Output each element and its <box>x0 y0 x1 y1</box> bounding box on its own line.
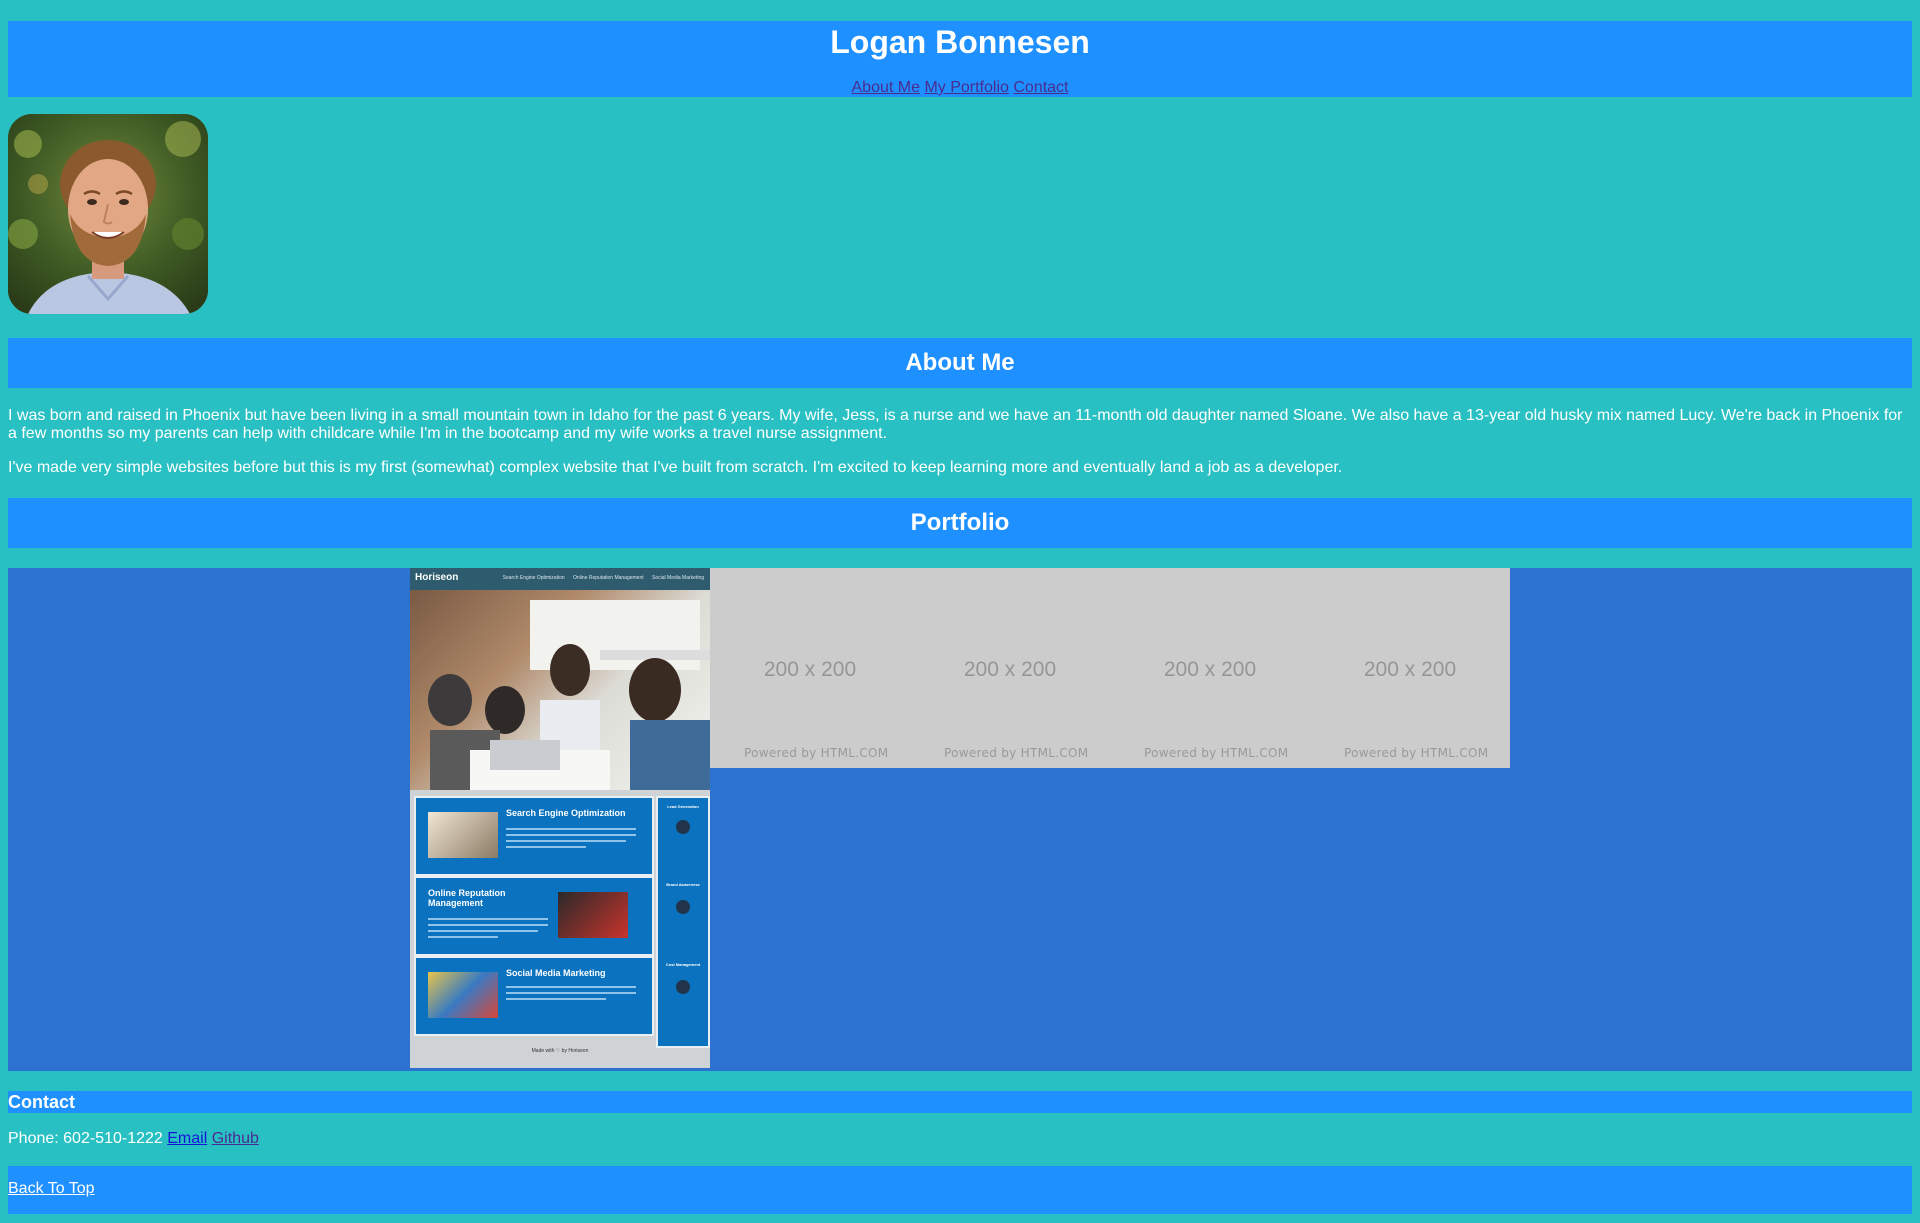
placeholder-size-label: 200 x 200 <box>1363 658 1457 681</box>
nav-link-my-portfolio[interactable]: My Portfolio <box>924 79 1008 96</box>
portfolio-project-horiseon[interactable]: Horiseon Search Engine Optimization Onli… <box>410 568 710 1068</box>
project-preview-nav-item: Social Media Marketing <box>652 575 704 581</box>
contact-info: Phone: 602-510-1222 Email Github <box>8 1130 259 1148</box>
placeholder-powered-by: Powered by HTML.COM <box>1344 746 1489 760</box>
profile-photo <box>8 114 208 314</box>
card-thumbnail <box>428 972 498 1018</box>
sidebar-heading: Lead Generation <box>667 804 699 809</box>
card-thumbnail <box>558 892 628 938</box>
placeholder-powered-by: Powered by HTML.COM <box>744 746 889 760</box>
project-preview-nav-item: Search Engine Optimization <box>502 575 565 581</box>
project-preview-logo: Horiseon <box>415 572 459 583</box>
sidebar-heading: Brand Awareness <box>666 882 700 887</box>
project-preview-card: Online Reputation Management <box>414 876 654 956</box>
card-title: Online Reputation Management <box>428 888 506 908</box>
about-me-heading: About Me <box>8 338 1912 388</box>
contact-heading: Contact <box>8 1091 1912 1113</box>
money-icon <box>676 980 690 994</box>
placeholder-image[interactable]: 200 x 200 Powered by HTML.COM <box>710 568 910 768</box>
about-paragraph: I was born and raised in Phoenix but hav… <box>8 407 1903 442</box>
card-thumbnail <box>428 812 498 858</box>
portfolio-gallery: Horiseon Search Engine Optimization Onli… <box>8 568 1912 1071</box>
sidebar-heading: Cost Management <box>665 962 701 967</box>
placeholder-size-label: 200 x 200 <box>1163 658 1257 681</box>
project-preview-footer: Made with ♡ by Horiseon <box>531 1048 589 1054</box>
about-paragraph: I've made very simple websites before bu… <box>8 459 1343 476</box>
placeholder-image-strip: 200 x 200 Powered by HTML.COM 200 x 200 … <box>710 568 1510 768</box>
project-preview-header: Horiseon Search Engine Optimization Onli… <box>410 568 710 590</box>
phone-number: Phone: 602-510-1222 <box>8 1130 163 1147</box>
project-preview-card: Search Engine Optimization <box>414 796 654 876</box>
site-header: Logan Bonnesen About Me My Portfolio Con… <box>8 21 1912 97</box>
project-preview-nav-item: Online Reputation Management <box>573 575 644 581</box>
project-preview-sidebar: Lead Generation Brand Awareness Cost Man… <box>656 796 710 1048</box>
placeholder-image[interactable]: 200 x 200 Powered by HTML.COM <box>1310 568 1510 768</box>
project-preview-nav: Search Engine Optimization Online Reputa… <box>496 575 704 581</box>
placeholder-image[interactable]: 200 x 200 Powered by HTML.COM <box>1110 568 1310 768</box>
hero-photo-illustration <box>428 600 710 790</box>
placeholder-size-label: 200 x 200 <box>763 658 857 681</box>
nav-link-about-me[interactable]: About Me <box>852 79 920 96</box>
back-to-top-link[interactable]: Back To Top <box>8 1180 95 1198</box>
main-nav: About Me My Portfolio Contact <box>8 79 1912 97</box>
placeholder-size-label: 200 x 200 <box>963 658 1057 681</box>
project-preview-card: Social Media Marketing <box>414 956 654 1036</box>
placeholder-powered-by: Powered by HTML.COM <box>1144 746 1289 760</box>
placeholder-image[interactable]: 200 x 200 Powered by HTML.COM <box>910 568 1110 768</box>
site-footer: Back To Top <box>8 1166 1912 1214</box>
portfolio-heading: Portfolio <box>8 498 1912 548</box>
card-title: Search Engine Optimization <box>506 808 626 818</box>
site-title: Logan Bonnesen <box>830 24 1090 60</box>
nav-link-contact[interactable]: Contact <box>1013 79 1068 96</box>
lightbulb-icon <box>676 820 690 834</box>
broadcast-icon <box>676 900 690 914</box>
placeholder-powered-by: Powered by HTML.COM <box>944 746 1089 760</box>
card-title: Social Media Marketing <box>506 968 606 978</box>
profile-photo-illustration <box>8 114 208 314</box>
project-preview-hero-image <box>410 590 710 790</box>
github-link[interactable]: Github <box>212 1130 259 1147</box>
email-link[interactable]: Email <box>167 1130 207 1147</box>
